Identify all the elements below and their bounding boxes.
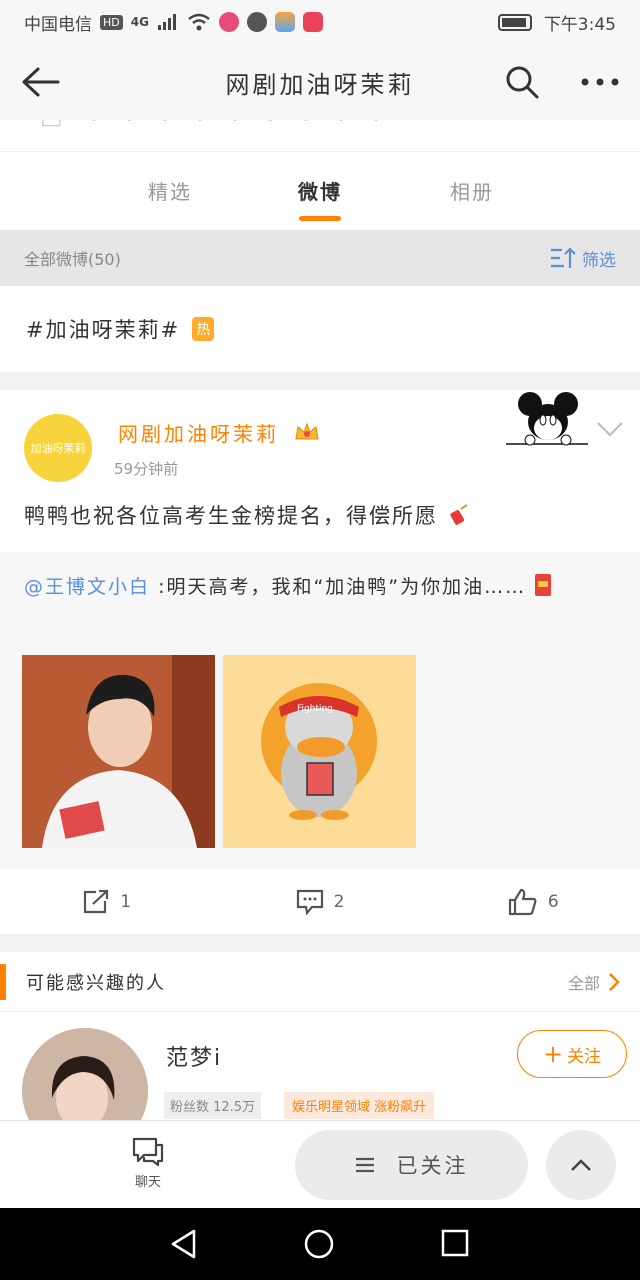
active-tab-indicator xyxy=(299,216,341,221)
share-button[interactable]: 1 xyxy=(0,889,213,915)
app-store-icon xyxy=(274,12,295,32)
follow-label: 关注 xyxy=(567,1046,602,1067)
back-arrow-icon[interactable] xyxy=(20,66,60,98)
topic-row[interactable]: #加油呀茉莉# 热 xyxy=(0,286,640,372)
status-bar: 中国电信 HD 4G 下午3:45 xyxy=(0,0,640,44)
system-back-icon[interactable] xyxy=(170,1229,198,1259)
person-avatar-illustration xyxy=(22,1028,148,1120)
scroll-top-button[interactable] xyxy=(546,1130,616,1200)
suggestions-title: 可能感兴趣的人 xyxy=(26,972,166,994)
profile-tabs: 精选 微博 相册 xyxy=(0,152,640,230)
headband-text: Fighting xyxy=(297,704,333,714)
red-envelope-emoji-icon xyxy=(535,574,552,596)
signal-icon xyxy=(157,14,176,30)
avatar-logo-text: 加油呀茉莉 xyxy=(30,442,86,455)
repost-block[interactable]: @王博文小白 :明天高考，我和“加油鸭”为你加油…… Fighting xyxy=(0,552,640,870)
wifi-icon xyxy=(188,13,210,31)
person-fans-count: 粉丝数 12.5万 xyxy=(164,1092,262,1119)
network-type: 4G xyxy=(130,15,149,29)
vip-crown-icon xyxy=(295,422,319,440)
share-icon xyxy=(84,889,109,914)
like-count: 6 xyxy=(547,892,559,912)
see-all-label: 全部 xyxy=(567,973,600,993)
repost-text: @王博文小白 :明天高考，我和“加油鸭”为你加油…… xyxy=(24,568,614,606)
suggested-person-card[interactable]: 范梦i 粉丝数 12.5万 娱乐明星领域 涨粉飙升 + 关注 xyxy=(0,1012,640,1120)
menu-lines-icon xyxy=(355,1157,374,1173)
comment-button[interactable]: 2 xyxy=(213,889,426,915)
chat-button[interactable]: 聊天 xyxy=(126,1137,170,1190)
tab-album[interactable]: 相册 xyxy=(450,176,494,205)
person-name[interactable]: 范梦i xyxy=(166,1040,222,1072)
chat-label: 聊天 xyxy=(134,1175,161,1190)
firecracker-emoji-icon xyxy=(450,504,468,525)
person-avatar[interactable] xyxy=(22,1028,148,1120)
post-text-content: 鸭鸭也祝各位高考生金榜提名，得偿所愿 xyxy=(24,504,438,528)
suggestions-header: 可能感兴趣的人 全部 xyxy=(0,952,640,1012)
filter-label: 筛选 xyxy=(582,250,616,271)
topic-text: #加油呀茉莉# xyxy=(26,318,181,342)
app-notification-icon xyxy=(218,12,239,32)
author-name-text: 网剧加油呀茉莉 xyxy=(118,422,279,446)
comment-icon xyxy=(296,889,323,915)
post-text: 鸭鸭也祝各位高考生金榜提名，得偿所愿 xyxy=(24,500,471,530)
chevron-up-icon xyxy=(571,1159,591,1171)
mickey-sticker-icon xyxy=(506,392,588,446)
chevron-down-icon[interactable] xyxy=(596,420,624,438)
see-all-button[interactable]: 全部 xyxy=(568,970,620,994)
mention-link[interactable]: @王博文小白 xyxy=(24,576,150,598)
duck-illustration: Fighting xyxy=(223,655,416,848)
comment-count: 2 xyxy=(333,892,345,912)
message-notification-icon xyxy=(246,12,267,32)
followed-label: 已关注 xyxy=(396,1154,469,1178)
repost-content: :明天高考，我和“加油鸭”为你加油…… xyxy=(158,576,527,598)
author-name[interactable]: 网剧加油呀茉莉 xyxy=(118,418,320,447)
carrier-label: 中国电信 xyxy=(24,14,92,35)
more-menu-icon[interactable] xyxy=(580,77,620,87)
person-tag: 娱乐明星领域 涨粉飙升 xyxy=(284,1092,435,1119)
weibo-post-card[interactable]: 加油呀茉莉 网剧加油呀茉莉 59分钟前 鸭鸭也祝各位高考生金榜提名，得偿所愿 @… xyxy=(0,390,640,934)
post-image-person[interactable] xyxy=(22,655,215,848)
nav-bar: 网剧加油呀茉莉 xyxy=(0,44,640,120)
hot-badge: 热 xyxy=(192,317,215,341)
clock: 下午3:45 xyxy=(543,14,616,35)
section-accent-bar xyxy=(0,964,6,1000)
chevron-right-icon xyxy=(609,972,620,991)
system-navigation-bar xyxy=(0,1208,640,1280)
system-home-icon[interactable] xyxy=(304,1229,334,1259)
profile-info-strip: ▭ · · · · · · · · · xyxy=(0,120,640,152)
post-actions: 1 2 6 xyxy=(0,870,640,934)
hd-badge: HD xyxy=(100,14,123,30)
tab-featured[interactable]: 精选 xyxy=(148,176,192,205)
thumbs-up-icon xyxy=(508,888,537,916)
post-image-duck[interactable]: Fighting xyxy=(223,655,416,848)
tab-weibo[interactable]: 微博 xyxy=(298,176,342,205)
search-icon[interactable] xyxy=(504,64,540,100)
like-button[interactable]: 6 xyxy=(427,888,640,916)
chat-icon xyxy=(132,1137,164,1167)
author-avatar[interactable]: 加油呀茉莉 xyxy=(24,414,92,482)
filter-button[interactable]: 筛选 xyxy=(550,246,616,271)
plus-icon: + xyxy=(542,1040,564,1068)
reader-app-icon xyxy=(302,12,323,32)
post-time: 59分钟前 xyxy=(114,460,179,478)
followed-button[interactable]: 已关注 xyxy=(295,1130,528,1200)
weibo-count: 全部微博(50) xyxy=(24,250,121,269)
follow-button[interactable]: + 关注 xyxy=(517,1030,627,1078)
filter-icon xyxy=(551,247,576,268)
battery-icon xyxy=(497,13,532,31)
filter-bar: 全部微博(50) 筛选 xyxy=(0,230,640,286)
person-photo-illustration xyxy=(22,655,215,848)
bottom-action-bar: 聊天 已关注 xyxy=(0,1120,640,1208)
system-recents-icon[interactable] xyxy=(441,1229,469,1257)
share-count: 1 xyxy=(120,892,132,912)
